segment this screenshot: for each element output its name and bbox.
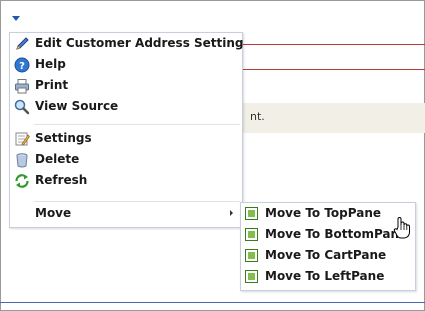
- bottom-divider: [0, 302, 425, 303]
- menu-item-label: View Source: [35, 99, 119, 113]
- submenu-item-label: Move To BottomPane: [265, 227, 408, 241]
- pane-icon: [245, 207, 258, 220]
- menu-item-label: Print: [35, 78, 69, 92]
- menu-item-view-source[interactable]: View Source: [10, 96, 242, 117]
- menu-item-settings[interactable]: Settings: [10, 128, 242, 149]
- submenu-item-move-to-leftpane[interactable]: Move To LeftPane: [241, 266, 415, 287]
- menu-item-refresh[interactable]: Refresh: [10, 170, 242, 191]
- submenu-item-label: Move To TopPane: [265, 206, 382, 220]
- menu-item-label: Edit Customer Address Setting: [35, 36, 244, 50]
- menu-item-help[interactable]: ? Help: [10, 54, 242, 75]
- module-menu-arrow-icon[interactable]: [12, 16, 20, 21]
- background-note-text: nt.: [250, 110, 265, 123]
- submenu-item-move-to-cartpane[interactable]: Move To CartPane: [241, 245, 415, 266]
- menu-item-label: Refresh: [35, 173, 88, 187]
- submenu-item-label: Move To LeftPane: [265, 269, 385, 283]
- menu-item-delete[interactable]: Delete: [10, 149, 242, 170]
- menu-item-move[interactable]: Move: [10, 203, 242, 224]
- menu-separator: [34, 201, 240, 202]
- submenu-item-move-to-toppane[interactable]: Move To TopPane: [241, 203, 415, 224]
- hand-cursor-icon: [392, 216, 412, 240]
- move-submenu: Move To TopPane Move To BottomPane Move …: [240, 202, 416, 291]
- magnifier-icon: [14, 99, 30, 115]
- submenu-item-label: Move To CartPane: [265, 248, 387, 262]
- settings-icon: [14, 131, 30, 147]
- pane-icon: [245, 249, 258, 262]
- menu-item-edit-customer-address-setting[interactable]: Edit Customer Address Setting: [10, 33, 244, 54]
- submenu-item-move-to-bottompane[interactable]: Move To BottomPane: [241, 224, 415, 245]
- menu-item-label: Help: [35, 57, 66, 71]
- trash-icon: [14, 152, 30, 168]
- menu-separator: [34, 124, 240, 125]
- refresh-icon: [14, 173, 30, 189]
- help-icon: ?: [14, 57, 30, 73]
- module-action-menu: Edit Customer Address Setting ? Help Pri…: [9, 32, 244, 228]
- pane-icon: [245, 270, 258, 283]
- menu-item-label: Settings: [35, 131, 92, 145]
- menu-item-label: Move: [35, 206, 72, 220]
- menu-item-label: Delete: [35, 152, 80, 166]
- printer-icon: [14, 78, 30, 94]
- pencil-icon: [14, 36, 30, 52]
- svg-text:?: ?: [19, 61, 25, 72]
- submenu-arrow-icon: [230, 210, 233, 216]
- menu-item-print[interactable]: Print: [10, 75, 242, 96]
- pane-icon: [245, 228, 258, 241]
